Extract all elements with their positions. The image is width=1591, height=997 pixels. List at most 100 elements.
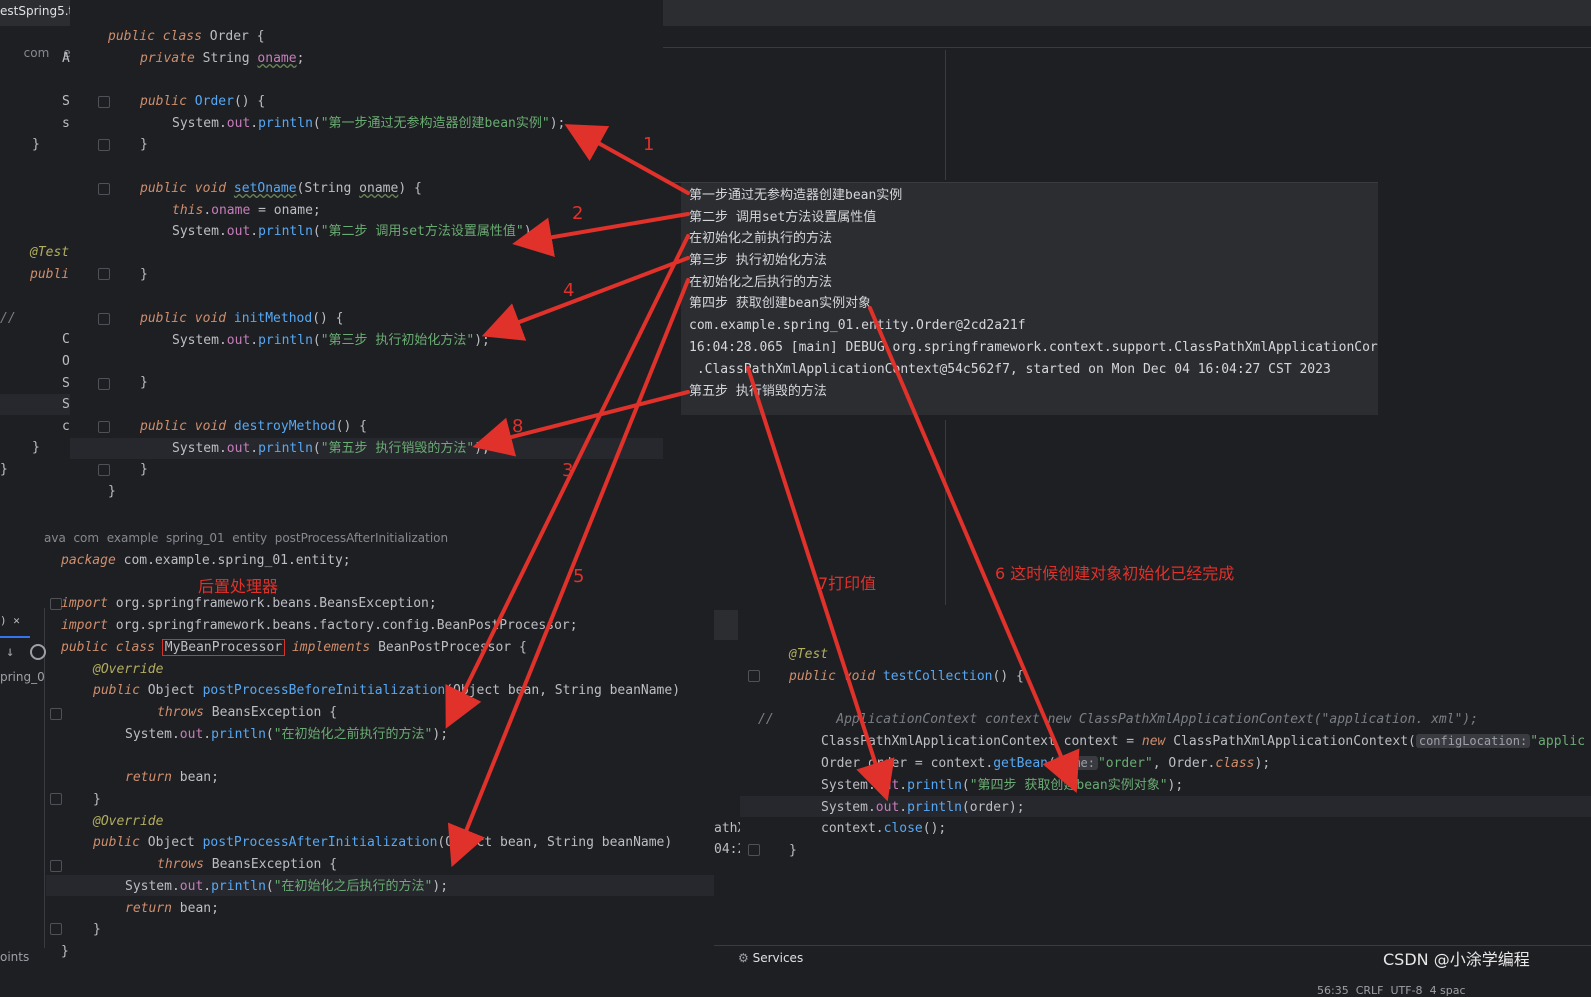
code-line: public class Order { xyxy=(108,29,265,44)
fragment-char: } xyxy=(0,462,8,477)
fold-icon[interactable] xyxy=(98,183,110,195)
status-encoding[interactable]: UTF-8 xyxy=(1390,984,1422,997)
code-line: @Test xyxy=(789,647,829,662)
code-line: System.out.println("第三步 执行初始化方法"); xyxy=(172,333,490,348)
step5-string: "第五步 执行销毁的方法" xyxy=(320,441,475,456)
clock-icon[interactable] xyxy=(30,644,46,660)
fold-icon[interactable] xyxy=(50,860,62,872)
fold-icon[interactable] xyxy=(50,923,62,935)
annotation-number-1: 1 xyxy=(643,134,655,155)
watermark: CSDN @小涂学编程 xyxy=(1383,950,1530,969)
console-line: .ClassPathXmlApplicationContext@54c562f7… xyxy=(689,362,1331,377)
vertical-guide xyxy=(945,420,946,605)
console-line: com.example.spring_01.entity.Order@2cd2a… xyxy=(689,318,1026,333)
code-line: private String oname; xyxy=(140,51,305,66)
code-line: package com.example.spring_01.entity; xyxy=(61,553,351,568)
arrow-down-icon[interactable]: ↓ xyxy=(6,644,14,660)
fold-icon[interactable] xyxy=(98,139,110,151)
code-line: } xyxy=(140,137,148,152)
fragment-char: A xyxy=(62,51,70,66)
order-editor[interactable]: public class Order { private String onam… xyxy=(70,0,663,510)
code-line: } xyxy=(93,922,101,937)
console-line: 第一步通过无参构造器创建bean实例 xyxy=(689,188,903,203)
fragment-char: C xyxy=(62,332,70,347)
services-label: Services xyxy=(752,951,804,965)
sidebar-item[interactable]: pring_01 xyxy=(0,670,52,684)
status-indent[interactable]: 4 spac xyxy=(1430,984,1466,997)
fold-icon[interactable] xyxy=(50,708,62,720)
code-line: throws BeansException { xyxy=(157,857,338,872)
console-line: 16:04:28.065 [main] DEBUG org.springfram… xyxy=(689,340,1378,355)
code-line: // ApplicationContext context new ClassP… xyxy=(758,712,1479,727)
fold-icon[interactable] xyxy=(50,793,62,805)
console-line: 第五步 执行销毁的方法 xyxy=(689,384,827,399)
test-editor[interactable]: @Test public void testCollection() { // … xyxy=(740,640,1591,940)
code-line: public void destroyMethod() { xyxy=(140,419,367,434)
fragment-char: } xyxy=(32,137,40,152)
fragment-char: S xyxy=(62,94,70,109)
status-position[interactable]: 56:35 xyxy=(1317,984,1349,997)
class-name-highlight: MyBeanProcessor xyxy=(161,639,286,656)
status-line-ending[interactable]: CRLF xyxy=(1356,984,1384,997)
code-line: System.out.println("在初始化之后执行的方法"); xyxy=(125,879,449,894)
editor-tab[interactable]: estSpring5.t xyxy=(0,4,73,18)
step1-string: "第一步通过无参构造器创建bean实例" xyxy=(320,116,550,131)
left-editor-fragment: A S s } @Test publi // C O S S c } } xyxy=(0,40,70,480)
fragment-char: publi xyxy=(30,267,70,282)
annotation-done-label: 6 这时候创建对象初始化已经完成 xyxy=(995,564,1235,583)
breadcrumb-bottom: ava com example spring_01 entity postPro… xyxy=(44,531,449,545)
services-tab[interactable]: ⚙ Services xyxy=(738,951,803,965)
fold-icon[interactable] xyxy=(748,844,760,856)
code-line: public void setOname(String oname) { xyxy=(140,181,422,196)
code-line: ClassPathXmlApplicationContext context =… xyxy=(821,734,1586,749)
code-line: return bean; xyxy=(125,901,219,916)
code-line: public void testCollection() { xyxy=(789,669,1024,684)
left-sidebar-panel: ) ✕ ↓ pring_01 xyxy=(0,608,52,948)
fold-icon[interactable] xyxy=(98,268,110,280)
code-line: } xyxy=(789,843,797,858)
annotation-processor-label: 后置处理器 xyxy=(198,577,279,596)
status-bar: 56:35 CRLF UTF-8 4 spac xyxy=(1310,971,1591,997)
fragment-char: O xyxy=(62,354,70,369)
code-line: import org.springframework.beans.factory… xyxy=(61,618,578,633)
code-line: @Override xyxy=(93,814,164,829)
fold-icon[interactable] xyxy=(98,378,110,390)
code-line: System.out.println("第一步通过无参构造器创建bean实例")… xyxy=(172,116,566,131)
console-line: 第四步 获取创建bean实例对象 xyxy=(689,296,872,311)
code-line: @Override xyxy=(93,662,164,677)
fold-icon[interactable] xyxy=(98,464,110,476)
fold-icon[interactable] xyxy=(98,96,110,108)
console-line: 第三步 执行初始化方法 xyxy=(689,253,827,268)
fragment-char: } xyxy=(32,440,40,455)
top-right-toolbar xyxy=(663,0,1591,26)
code-line: this.oname = oname; xyxy=(172,203,321,218)
fragment-char: c xyxy=(62,419,70,434)
fold-icon[interactable] xyxy=(98,421,110,433)
console-left-gutter xyxy=(665,183,681,415)
fold-icon[interactable] xyxy=(748,670,760,682)
top-right-subbar xyxy=(663,27,1591,48)
fragment-char: S xyxy=(62,376,70,391)
sidebar-tab[interactable]: ) ✕ xyxy=(0,614,30,638)
step3-string: "第三步 执行初始化方法" xyxy=(320,333,475,348)
annotation-number-5: 5 xyxy=(573,566,585,587)
code-line: } xyxy=(140,267,148,282)
fragment-char: S xyxy=(62,397,70,412)
annotation-number-2: 2 xyxy=(572,203,584,224)
code-line: System.out.println("第二步 调用set方法设置属性值"); xyxy=(172,224,540,239)
fold-icon[interactable] xyxy=(98,313,110,325)
annotation-number-4: 4 xyxy=(563,280,575,301)
fragment-char: s xyxy=(62,116,70,131)
code-line: throws BeansException { xyxy=(157,705,338,720)
annotation-number-8: 8 xyxy=(512,416,524,437)
fragment-char: // xyxy=(0,311,16,326)
sidebar-bottom-label[interactable]: oints xyxy=(0,950,29,964)
step2-string: "第二步 调用set方法设置属性值" xyxy=(320,224,524,239)
console-output[interactable]: 第一步通过无参构造器创建bean实例 第二步 调用set方法设置属性值 在初始化… xyxy=(665,182,1378,415)
code-line: System.out.println(order); xyxy=(821,800,1025,815)
services-icon: ⚙ xyxy=(738,951,749,965)
code-line: public Object postProcessAfterInitializa… xyxy=(93,835,673,850)
processor-editor[interactable]: package com.example.spring_01.entity; im… xyxy=(46,548,714,968)
code-line: } xyxy=(61,944,69,959)
code-line: context.close(); xyxy=(821,821,947,836)
